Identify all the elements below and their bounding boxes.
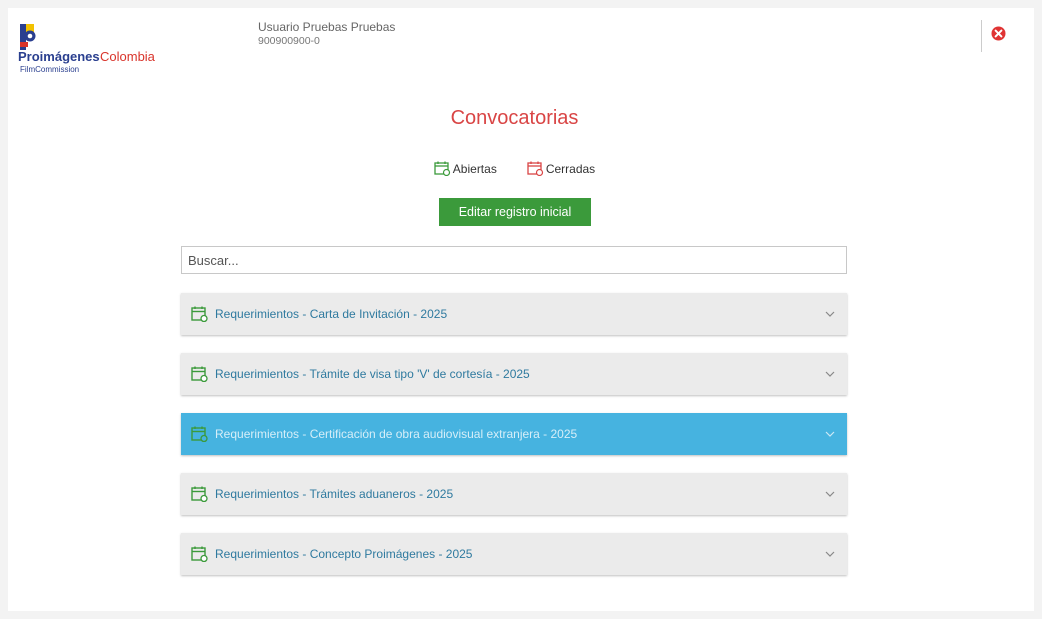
header-divider bbox=[981, 20, 982, 52]
page: Proimágenes Colombia FilmCommission Usua… bbox=[8, 8, 1034, 611]
proimagenes-logo[interactable]: Proimágenes Colombia FilmCommission bbox=[17, 24, 167, 84]
user-info: Usuario Pruebas Pruebas 900900900-0 bbox=[258, 20, 395, 48]
close-circle-icon bbox=[991, 26, 1006, 41]
calendar-open-icon bbox=[191, 546, 208, 562]
calendar-open-icon bbox=[191, 366, 208, 382]
legend-closed: Cerradas bbox=[527, 161, 595, 176]
logout-button[interactable] bbox=[991, 26, 1006, 41]
chevron-down-icon[interactable] bbox=[825, 311, 835, 317]
search-input[interactable] bbox=[181, 246, 847, 274]
calendar-closed-icon bbox=[527, 161, 543, 176]
accordion-item-1[interactable]: Requerimientos - Carta de Invitación - 2… bbox=[181, 293, 847, 335]
accordion-item-3[interactable]: Requerimientos - Certificación de obra a… bbox=[181, 413, 847, 455]
user-name: Usuario Pruebas Pruebas bbox=[258, 20, 396, 34]
accordion-item-4[interactable]: Requerimientos - Trámites aduaneros - 20… bbox=[181, 473, 847, 515]
accordion-item-label: Requerimientos - Trámite de visa tipo 'V… bbox=[215, 367, 530, 381]
convocatorias-list: Requerimientos - Carta de Invitación - 2… bbox=[181, 293, 847, 593]
edit-initial-registration-button[interactable]: Editar registro inicial bbox=[439, 198, 591, 226]
chevron-down-icon[interactable] bbox=[825, 371, 835, 377]
accordion-item-label: Requerimientos - Carta de Invitación - 2… bbox=[215, 307, 448, 321]
accordion-item-label: Requerimientos - Trámites aduaneros - 20… bbox=[215, 487, 454, 501]
calendar-open-icon bbox=[434, 161, 450, 176]
status-legend: Abiertas Cerradas bbox=[8, 161, 1021, 176]
legend-open: Abiertas bbox=[434, 161, 497, 176]
accordion-item-label: Requerimientos - Concepto Proimágenes - … bbox=[215, 547, 473, 561]
chevron-down-icon[interactable] bbox=[825, 491, 835, 497]
accordion-item-label: Requerimientos - Certificación de obra a… bbox=[215, 427, 578, 441]
calendar-open-icon bbox=[191, 426, 208, 442]
calendar-open-icon bbox=[191, 306, 208, 322]
accordion-item-2[interactable]: Requerimientos - Trámite de visa tipo 'V… bbox=[181, 353, 847, 395]
chevron-down-icon[interactable] bbox=[825, 551, 835, 557]
legend-closed-label: Cerradas bbox=[545, 161, 596, 176]
logo-brand-main: Proimágenes bbox=[18, 49, 100, 64]
legend-open-label: Abiertas bbox=[452, 161, 497, 176]
logo-mark-icon: Proimágenes Colombia FilmCommission bbox=[18, 24, 156, 74]
logo-brand-sub: FilmCommission bbox=[20, 65, 79, 74]
chevron-down-icon[interactable] bbox=[825, 431, 835, 437]
page-title: Convocatorias bbox=[450, 107, 579, 129]
logo-brand-accent: Colombia bbox=[100, 49, 156, 64]
accordion-item-5[interactable]: Requerimientos - Concepto Proimágenes - … bbox=[181, 533, 847, 575]
user-id: 900900900-0 bbox=[258, 35, 320, 47]
calendar-open-icon bbox=[191, 486, 208, 502]
